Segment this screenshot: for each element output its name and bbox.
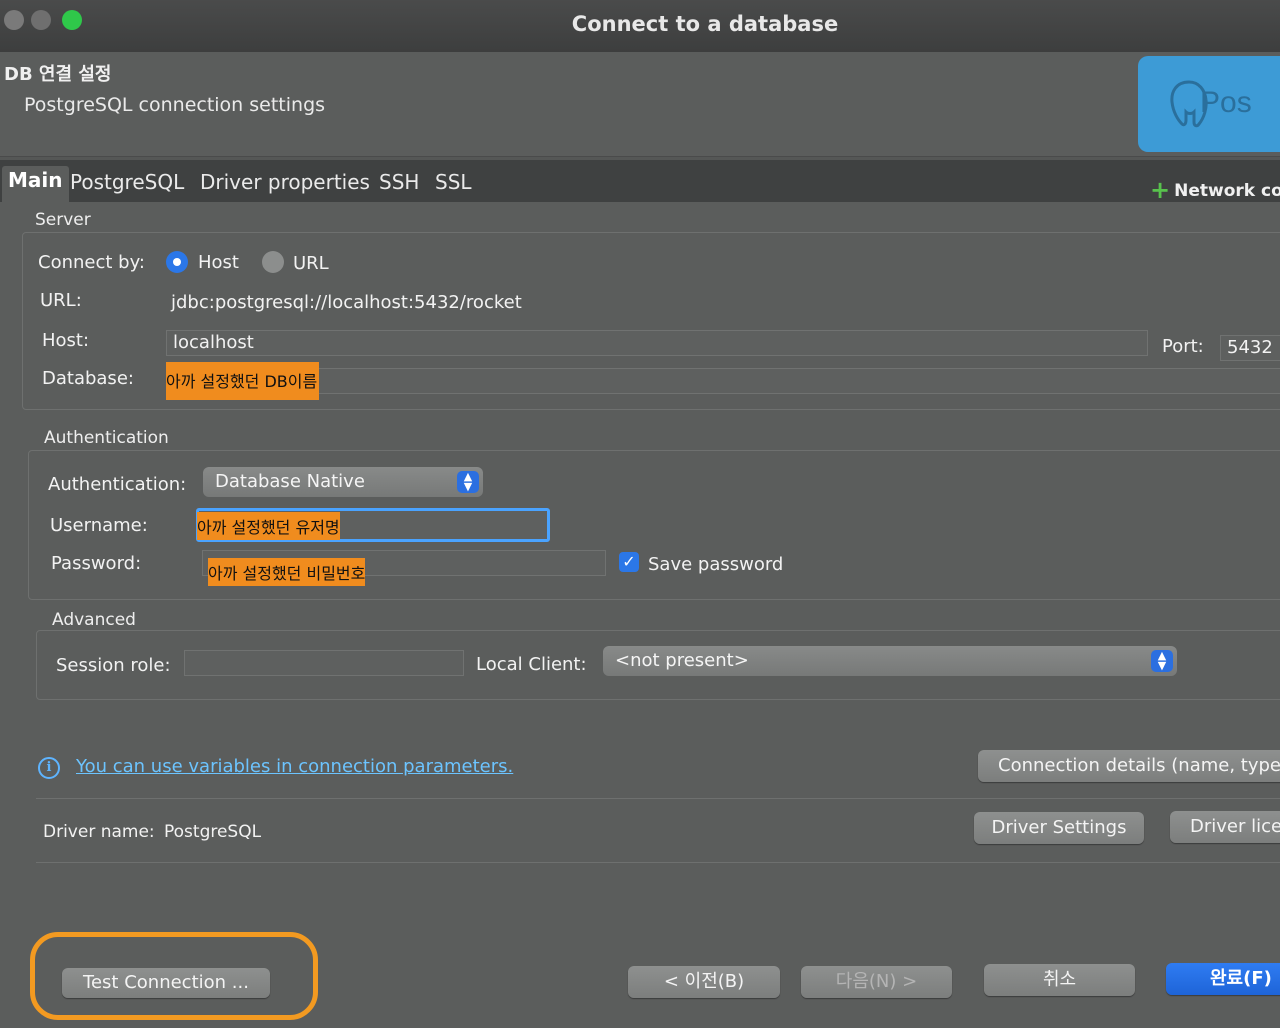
driver-name-value: PostgreSQL: [164, 822, 262, 842]
local-client-select[interactable]: <not present> ▲ ▼: [603, 646, 1177, 676]
url-radio-label: URL: [293, 253, 329, 274]
database-input[interactable]: [166, 368, 1280, 394]
annotation-ring: [30, 932, 318, 1020]
network-config-button[interactable]: +Network conf: [1150, 176, 1280, 204]
password-value-highlight: 아까 설정했던 비밀번호: [208, 558, 366, 586]
header-subtitle: PostgreSQL connection settings: [24, 94, 326, 116]
divider: [36, 862, 1280, 863]
logo-text: Pos: [1200, 86, 1252, 119]
plus-icon: +: [1150, 176, 1171, 204]
database-label: Database:: [42, 368, 134, 389]
network-config-label: Network conf: [1174, 181, 1280, 201]
authentication-select-value: Database Native: [215, 471, 365, 492]
tab-postgresql[interactable]: PostgreSQL: [70, 170, 184, 194]
driver-name-label: Driver name:: [43, 822, 155, 842]
password-label: Password:: [51, 553, 142, 574]
database-value-highlight: 아까 설정했던 DB이름: [166, 362, 320, 400]
tab-driver-properties[interactable]: Driver properties: [200, 170, 370, 194]
info-icon: i: [38, 757, 60, 779]
tab-ssl[interactable]: SSL: [435, 170, 472, 194]
url-label: URL:: [40, 290, 82, 311]
save-password-label: Save password: [648, 554, 784, 575]
tab-main[interactable]: Main: [2, 166, 69, 202]
host-label: Host:: [42, 330, 90, 351]
variables-help-link[interactable]: You can use variables in connection para…: [76, 756, 513, 777]
dialog-header: DB 연결 설정 PostgreSQL connection settings …: [0, 52, 1280, 157]
port-input[interactable]: 5432: [1220, 335, 1280, 361]
updown-arrows-icon: ▲ ▼: [457, 471, 479, 493]
session-role-label: Session role:: [56, 655, 171, 676]
connection-details-button[interactable]: Connection details (name, type, ...): [978, 750, 1280, 782]
authentication-label: Authentication:: [48, 474, 187, 495]
port-label: Port:: [1162, 336, 1204, 357]
header-title: DB 연결 설정: [4, 64, 112, 85]
save-password-checkbox[interactable]: ✓: [619, 552, 639, 572]
driver-settings-button[interactable]: Driver Settings: [974, 812, 1144, 844]
local-client-label: Local Client:: [476, 654, 587, 675]
window-title: Connect to a database: [571, 12, 839, 36]
next-button[interactable]: 다음(N) >: [801, 966, 952, 998]
cancel-button[interactable]: 취소: [984, 964, 1135, 996]
connect-by-label: Connect by:: [38, 252, 145, 273]
finish-button[interactable]: 완료(F): [1166, 963, 1280, 995]
title-bar: Connect to a database: [0, 0, 1280, 53]
session-role-input[interactable]: [184, 650, 464, 676]
url-radio[interactable]: [262, 251, 284, 273]
authentication-select[interactable]: Database Native ▲ ▼: [203, 467, 483, 497]
updown-arrows-icon: ▲ ▼: [1151, 650, 1173, 672]
divider: [36, 798, 1280, 799]
driver-license-button[interactable]: Driver license: [1170, 811, 1280, 843]
url-field[interactable]: jdbc:postgresql://localhost:5432/rocket: [164, 290, 1264, 316]
advanced-group-label: Advanced: [52, 610, 136, 630]
username-value-highlight: 아까 설정했던 유저명: [197, 512, 340, 540]
local-client-select-value: <not present>: [615, 650, 749, 671]
previous-button[interactable]: < 이전(B): [628, 966, 780, 998]
main-tab-content: Server Connect by: Host URL URL: jdbc:po…: [0, 202, 1280, 1028]
username-label: Username:: [50, 515, 148, 536]
server-group-label: Server: [35, 210, 91, 230]
tab-bar: Main PostgreSQL Driver properties SSH SS…: [0, 160, 1280, 204]
tab-ssh[interactable]: SSH: [379, 170, 419, 194]
connect-dialog: Connect to a database DB 연결 설정 PostgreSQ…: [0, 0, 1280, 1028]
authentication-group-label: Authentication: [44, 428, 169, 448]
host-radio[interactable]: [166, 251, 188, 273]
postgresql-logo: Pos: [1138, 56, 1280, 152]
host-input[interactable]: localhost: [166, 330, 1148, 356]
host-radio-label: Host: [198, 252, 239, 273]
